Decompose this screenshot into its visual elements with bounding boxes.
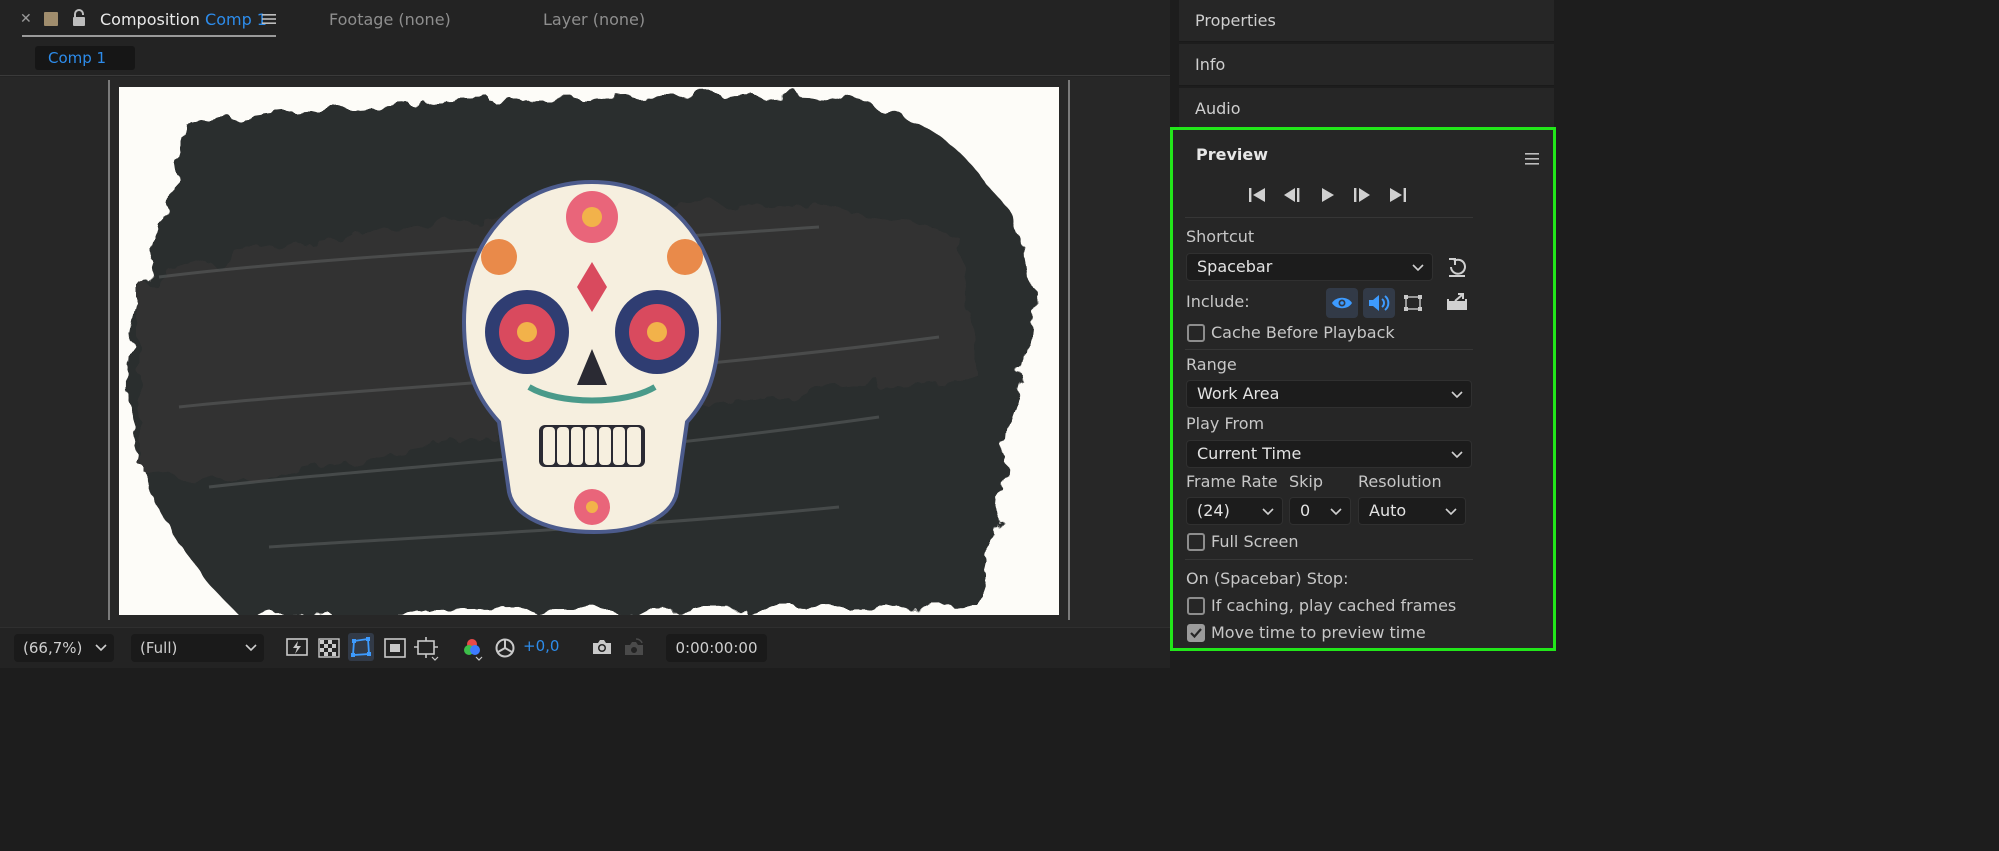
if-caching-checkbox[interactable]: [1187, 597, 1205, 615]
reset-exposure-icon[interactable]: [494, 637, 516, 663]
move-time-checkbox[interactable]: [1187, 624, 1205, 642]
skip-dropdown[interactable]: 0: [1289, 497, 1351, 525]
include-label: Include:: [1186, 292, 1250, 311]
composition-canvas[interactable]: [119, 87, 1059, 615]
range-dropdown[interactable]: Work Area: [1186, 380, 1472, 408]
playback-controls: [1243, 184, 1443, 208]
resolution-dropdown[interactable]: (Full): [131, 634, 264, 662]
eye-icon: [1331, 295, 1353, 315]
panel-menu-icon[interactable]: [262, 11, 276, 30]
take-snapshot-icon[interactable]: [591, 637, 613, 661]
skip-label: Skip: [1289, 472, 1324, 491]
resolution-dropdown[interactable]: Auto: [1358, 497, 1466, 525]
reset-icon[interactable]: [1446, 256, 1468, 282]
chevron-down-icon: [245, 634, 257, 671]
full-screen-checkbox[interactable]: [1187, 533, 1205, 551]
speaker-icon: [1368, 293, 1392, 317]
tab-composition-label: Composition: [100, 10, 200, 29]
move-time-label: Move time to preview time: [1211, 623, 1426, 642]
export-icon[interactable]: [1446, 291, 1468, 315]
chevron-down-icon: [1262, 499, 1274, 533]
range-value: Work Area: [1197, 384, 1280, 403]
composition-navigator-bar: Comp 1: [0, 40, 1170, 76]
previous-frame-icon[interactable]: [1283, 187, 1301, 207]
frame-rate-label: Frame Rate: [1186, 472, 1278, 491]
cache-before-playback-label: Cache Before Playback: [1211, 323, 1395, 342]
composition-tab-bar: ✕ Composition Comp 1 Footage (none) Laye…: [0, 0, 1170, 40]
magnification-value: (66,7%): [23, 639, 83, 657]
info-panel-header[interactable]: Info: [1179, 44, 1554, 86]
composition-panel: ✕ Composition Comp 1 Footage (none) Laye…: [0, 0, 1170, 668]
info-panel-title: Info: [1195, 55, 1226, 74]
skip-value: 0: [1300, 501, 1311, 520]
preview-resolution-value: Auto: [1369, 501, 1407, 520]
separator: [1185, 217, 1473, 218]
chevron-down-icon: [95, 634, 107, 671]
audio-panel-header[interactable]: Audio: [1179, 88, 1554, 130]
current-time-display[interactable]: 0:00:00:00: [666, 634, 767, 662]
viewer-toolbar: (66,7%) (Full) +0,0 0:00:00:00: [0, 627, 1170, 668]
active-tab-underline: [22, 35, 276, 37]
chevron-down-icon: [1445, 499, 1457, 533]
shortcut-dropdown[interactable]: Spacebar: [1186, 253, 1433, 281]
if-caching-label: If caching, play cached frames: [1211, 596, 1457, 615]
tab-composition[interactable]: Composition Comp 1: [100, 10, 267, 29]
comp-color-swatch[interactable]: [44, 12, 58, 26]
chevron-down-icon: [1451, 442, 1463, 476]
preview-panel-title: Preview: [1196, 145, 1269, 164]
next-frame-icon[interactable]: [1353, 187, 1371, 207]
frame-rate-value: (24): [1197, 501, 1230, 520]
include-video-toggle[interactable]: [1326, 288, 1358, 318]
include-overlays-toggle[interactable]: [1397, 288, 1429, 318]
comp-boundary-left: [108, 80, 110, 620]
range-label: Range: [1186, 355, 1237, 374]
separator: [1185, 349, 1473, 350]
shortcut-label: Shortcut: [1186, 227, 1255, 246]
resolution-label: Resolution: [1358, 472, 1442, 491]
show-snapshot-icon[interactable]: [623, 637, 645, 661]
chevron-down-icon: [1412, 255, 1424, 289]
channel-rgb-icon[interactable]: [462, 637, 488, 665]
region-of-interest-icon[interactable]: [384, 637, 406, 663]
close-icon[interactable]: ✕: [20, 11, 32, 27]
last-frame-icon[interactable]: [1389, 187, 1407, 207]
panel-menu-icon[interactable]: [1525, 150, 1539, 169]
first-frame-icon[interactable]: [1248, 187, 1266, 207]
tab-composition-comp-name: Comp 1: [205, 10, 267, 29]
fast-previews-icon[interactable]: [286, 637, 308, 663]
chevron-down-icon: [1330, 499, 1342, 533]
chevron-down-icon: [1451, 382, 1463, 416]
checkmark-icon: [1190, 628, 1202, 639]
properties-panel-title: Properties: [1195, 11, 1276, 30]
on-stop-label: On (Spacebar) Stop:: [1186, 569, 1349, 588]
transparency-grid-icon[interactable]: [318, 637, 340, 663]
cache-before-playback-checkbox[interactable]: [1187, 324, 1205, 342]
audio-panel-title: Audio: [1195, 99, 1241, 118]
tab-layer[interactable]: Layer (none): [543, 10, 645, 29]
tab-footage[interactable]: Footage (none): [329, 10, 451, 29]
resolution-value: (Full): [140, 639, 178, 657]
mask-path-visibility-icon[interactable]: [348, 633, 374, 665]
include-audio-toggle[interactable]: [1363, 288, 1395, 318]
grid-guides-icon[interactable]: [414, 637, 440, 665]
separator: [1185, 559, 1473, 560]
overlay-frame-icon: [1402, 293, 1424, 317]
comp-boundary-right: [1068, 80, 1070, 620]
play-icon[interactable]: [1321, 187, 1335, 207]
play-from-label: Play From: [1186, 414, 1265, 433]
preview-panel: Preview Shortcut Spacebar Include: Cache…: [1170, 127, 1556, 651]
lock-icon[interactable]: [72, 9, 86, 31]
magnification-dropdown[interactable]: (66,7%): [14, 634, 114, 662]
exposure-value[interactable]: +0,0: [523, 637, 559, 655]
properties-panel-header[interactable]: Properties: [1179, 0, 1554, 42]
frame-rate-dropdown[interactable]: (24): [1186, 497, 1283, 525]
play-from-dropdown[interactable]: Current Time: [1186, 440, 1472, 468]
shortcut-value: Spacebar: [1197, 257, 1273, 276]
play-from-value: Current Time: [1197, 444, 1302, 463]
comp-breadcrumb[interactable]: Comp 1: [35, 46, 135, 70]
full-screen-label: Full Screen: [1211, 532, 1299, 551]
